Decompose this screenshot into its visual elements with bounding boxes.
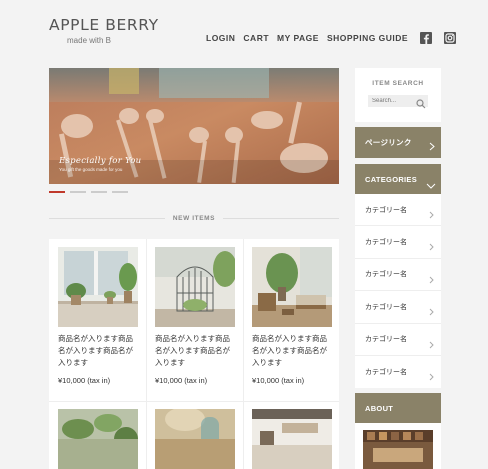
- category-label: カテゴリー名: [365, 206, 407, 214]
- chevron-right-icon: [429, 271, 434, 289]
- page-link-bar[interactable]: ページリンク: [355, 127, 441, 158]
- category-item[interactable]: カテゴリー名: [355, 291, 441, 324]
- product-price: ¥10,000 (tax in): [58, 376, 111, 385]
- divider: [49, 217, 165, 219]
- slider-dot[interactable]: [112, 191, 128, 193]
- nav-my-page[interactable]: MY PAGE: [277, 33, 319, 43]
- product-card[interactable]: 商品名が入ります商品名が入ります商品名が入ります ¥10,000 (tax in…: [243, 239, 339, 401]
- logo[interactable]: APPLE BERRY made with B: [49, 16, 159, 45]
- product-image[interactable]: [252, 247, 332, 327]
- slider-dot[interactable]: [70, 191, 86, 193]
- product-name[interactable]: 商品名が入ります商品名が入ります商品名が入ります: [155, 333, 237, 369]
- about-image: [363, 430, 433, 469]
- product-price: ¥10,000 (tax in): [155, 376, 208, 385]
- categories-bar[interactable]: CATEGORIES: [355, 164, 441, 195]
- page-link-label: ページリンク: [365, 138, 412, 147]
- product-image[interactable]: [58, 409, 138, 469]
- category-label: カテゴリー名: [365, 271, 407, 279]
- logo-title: APPLE BERRY: [49, 16, 159, 34]
- logo-subtitle: made with B: [67, 36, 112, 45]
- about-bar[interactable]: ABOUT: [355, 393, 441, 424]
- chevron-right-icon: [429, 303, 434, 321]
- chevron-right-icon: [429, 206, 434, 224]
- chevron-down-icon: [426, 176, 436, 194]
- instagram-icon[interactable]: [444, 32, 457, 44]
- product-card[interactable]: [243, 401, 339, 469]
- product-image[interactable]: [155, 409, 235, 469]
- item-search-title: ITEM SEARCH: [372, 80, 424, 87]
- divider: [223, 217, 340, 219]
- product-price: ¥10,000 (tax in): [252, 376, 305, 385]
- nav-shopping-guide[interactable]: SHOPPING GUIDE: [327, 33, 408, 43]
- slider-dot[interactable]: [49, 191, 65, 193]
- category-label: カテゴリー名: [365, 336, 407, 344]
- category-item[interactable]: カテゴリー名: [355, 324, 441, 356]
- product-card[interactable]: [146, 401, 242, 469]
- chevron-right-icon: [429, 238, 434, 256]
- category-label: カテゴリー名: [365, 239, 407, 247]
- product-card[interactable]: 商品名が入ります商品名が入ります商品名が入ります ¥10,000 (tax in…: [146, 239, 242, 401]
- item-search-panel: ITEM SEARCH: [355, 68, 441, 122]
- category-label: カテゴリー名: [365, 303, 407, 311]
- hero-caption-subtitle: You gift the goods made for you: [59, 167, 123, 172]
- chevron-right-icon: [429, 336, 434, 354]
- chevron-right-icon: [429, 368, 434, 386]
- category-item[interactable]: カテゴリー名: [355, 356, 441, 388]
- product-card[interactable]: [49, 401, 145, 469]
- category-item[interactable]: カテゴリー名: [355, 194, 441, 227]
- nav-login[interactable]: LOGIN: [206, 33, 235, 43]
- search-icon[interactable]: [416, 96, 426, 114]
- product-image[interactable]: [155, 247, 235, 327]
- about-label: ABOUT: [365, 404, 394, 413]
- hero-slider[interactable]: Especially for You You gift the goods ma…: [49, 68, 339, 184]
- new-items-title: NEW ITEMS: [172, 214, 216, 222]
- nav-cart[interactable]: CART: [243, 33, 269, 43]
- categories-label: CATEGORIES: [365, 175, 418, 184]
- new-items-heading: NEW ITEMS: [49, 213, 340, 223]
- product-grid: 商品名が入ります商品名が入ります商品名が入ります ¥10,000 (tax in…: [49, 239, 339, 469]
- hero-caption-title: Especially for You: [59, 156, 142, 166]
- category-item[interactable]: カテゴリー名: [355, 226, 441, 259]
- facebook-icon[interactable]: [420, 32, 433, 44]
- product-card[interactable]: 商品名が入ります商品名が入ります商品名が入ります ¥10,000 (tax in…: [49, 239, 145, 401]
- product-name[interactable]: 商品名が入ります商品名が入ります商品名が入ります: [252, 333, 334, 369]
- slider-dots: [49, 191, 133, 193]
- about-panel: [355, 423, 441, 469]
- main-nav: LOGIN CART MY PAGE SHOPPING GUIDE: [206, 32, 457, 44]
- product-image[interactable]: [252, 409, 332, 469]
- category-list: カテゴリー名 カテゴリー名 カテゴリー名 カテゴリー名 カテゴリー名 カテゴリー…: [355, 194, 441, 389]
- category-label: カテゴリー名: [365, 369, 407, 377]
- category-item[interactable]: カテゴリー名: [355, 259, 441, 292]
- product-image[interactable]: [58, 247, 138, 327]
- chevron-right-icon: [429, 138, 435, 156]
- slider-dot[interactable]: [91, 191, 107, 193]
- product-name[interactable]: 商品名が入ります商品名が入ります商品名が入ります: [58, 333, 140, 369]
